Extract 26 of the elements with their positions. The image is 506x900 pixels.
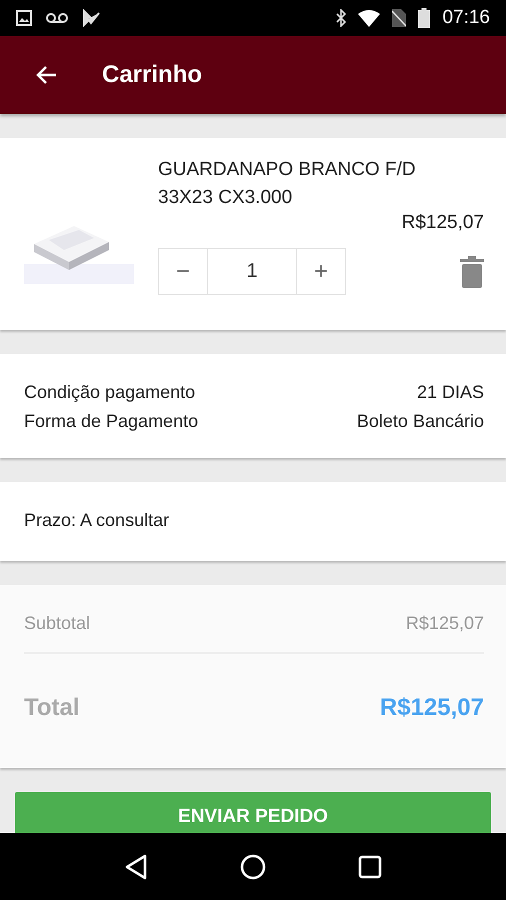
voicemail-icon — [46, 12, 68, 24]
screen-title: Carrinho — [102, 61, 202, 89]
subtotal-value: R$125,07 — [406, 613, 484, 634]
payment-label: Condição pagamento — [24, 382, 196, 403]
payment-label: Forma de Pagamento — [24, 411, 198, 432]
image-icon — [16, 10, 32, 26]
product-name: GUARDANAPO BRANCO F/D 33X23 CX3.000 — [158, 158, 417, 210]
trash-icon[interactable] — [460, 256, 484, 288]
back-arrow-icon[interactable] — [35, 65, 57, 85]
battery-icon — [418, 8, 430, 28]
payment-value: Boleto Bancário — [356, 411, 484, 432]
product-price: R$125,07 — [402, 212, 484, 234]
payment-value: 21 DIAS — [416, 382, 484, 403]
bluetooth-icon — [336, 9, 346, 27]
clock-time: 07:16 — [442, 7, 490, 29]
wifi-icon — [358, 10, 380, 26]
subtotal-label: Subtotal — [24, 613, 90, 634]
increase-button[interactable]: + — [296, 248, 346, 295]
total-label: Total — [24, 694, 80, 722]
recents-icon[interactable] — [358, 854, 382, 878]
total-value: R$125,07 — [380, 694, 484, 722]
back-icon[interactable] — [124, 854, 148, 880]
home-icon[interactable] — [240, 854, 266, 880]
delivery-time: Prazo: A consultar — [24, 510, 170, 530]
decrease-button[interactable]: − — [158, 248, 208, 295]
no-sim-icon — [392, 9, 406, 27]
